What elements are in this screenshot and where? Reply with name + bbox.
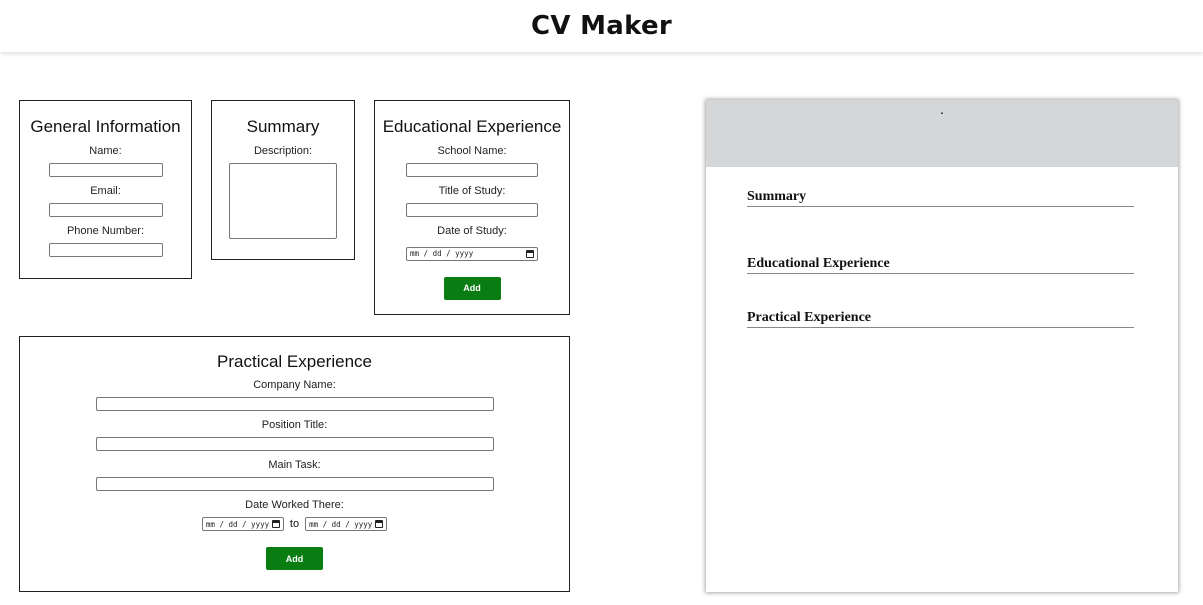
email-input[interactable] xyxy=(48,203,163,217)
practical-add-button[interactable]: Add xyxy=(266,547,323,570)
cv-practical-heading: Practical Experience xyxy=(747,310,1134,328)
educational-experience-heading: Educational Experience xyxy=(382,117,562,136)
general-information-heading: General Information xyxy=(30,117,181,136)
date-from-input[interactable]: mm / dd / yyyy xyxy=(201,517,284,531)
cv-preview-header-text: . xyxy=(940,101,944,117)
company-name-label: Company Name: xyxy=(253,379,336,391)
cv-summary-heading: Summary xyxy=(747,189,1134,207)
calendar-icon[interactable] xyxy=(271,520,280,528)
position-title-label: Position Title: xyxy=(261,419,328,431)
title-of-study-input[interactable] xyxy=(406,203,538,217)
calendar-icon[interactable] xyxy=(526,249,534,258)
date-worked-label: Date Worked There: xyxy=(245,499,344,511)
cv-preview-header: . xyxy=(706,100,1178,167)
company-name-input[interactable] xyxy=(95,397,494,411)
educational-experience-panel: Educational Experience School Name: Titl… xyxy=(374,100,570,315)
phone-label: Phone Number: xyxy=(66,225,145,237)
education-add-button[interactable]: Add xyxy=(443,276,501,300)
date-of-study-placeholder: mm / dd / yyyy xyxy=(410,249,474,258)
description-label: Description: xyxy=(253,145,313,157)
app-header: CV Maker xyxy=(0,0,1203,52)
general-information-panel: General Information Name: Email: Phone N… xyxy=(19,100,192,279)
school-name-input[interactable] xyxy=(406,163,538,177)
school-name-label: School Name: xyxy=(437,145,507,157)
title-of-study-label: Title of Study: xyxy=(438,185,506,197)
summary-panel: Summary Description: xyxy=(211,100,355,260)
date-to-label: to xyxy=(289,518,300,530)
cv-education-heading: Educational Experience xyxy=(747,256,1134,274)
app-title: CV Maker xyxy=(530,11,673,41)
summary-heading: Summary xyxy=(246,117,320,136)
phone-input[interactable] xyxy=(48,243,163,257)
email-label: Email: xyxy=(90,185,121,197)
practical-experience-panel: Practical Experience Company Name: Posit… xyxy=(19,336,570,592)
date-to-placeholder: mm / dd / yyyy xyxy=(309,519,373,529)
position-title-input[interactable] xyxy=(95,437,494,451)
name-label: Name: xyxy=(89,145,122,157)
calendar-icon[interactable] xyxy=(375,520,384,528)
date-from-placeholder: mm / dd / yyyy xyxy=(205,519,270,529)
cv-preview: . Summary Educational Experience Practic… xyxy=(706,100,1178,592)
name-input[interactable] xyxy=(48,163,163,177)
date-of-study-input[interactable]: mm / dd / yyyy xyxy=(406,246,538,261)
date-range-row: mm / dd / yyyy to mm / dd / yyyy xyxy=(20,517,569,531)
main-task-input[interactable] xyxy=(95,477,494,491)
date-of-study-label: Date of Study: xyxy=(437,225,507,237)
date-to-input[interactable]: mm / dd / yyyy xyxy=(305,517,388,531)
practical-experience-heading: Practical Experience xyxy=(217,352,372,371)
main-task-label: Main Task: xyxy=(268,459,321,471)
description-textarea[interactable] xyxy=(229,163,337,239)
